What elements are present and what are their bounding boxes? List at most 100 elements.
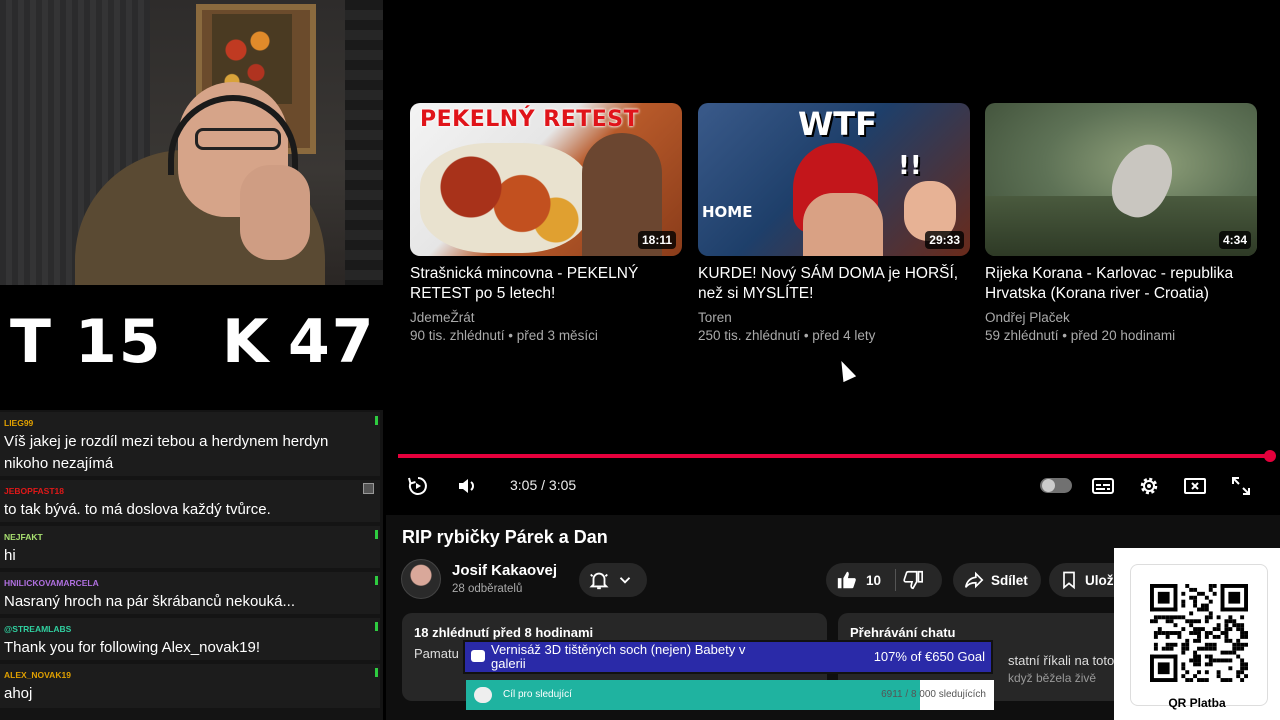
stream-chat: LIEG99 Víš jakej je rozdíl mezi tebou a … [0,410,383,720]
settings-button[interactable] [1135,472,1163,500]
video-channel[interactable]: Toren [698,310,970,325]
like-button[interactable]: 10 [836,569,881,591]
team-b-score: 47 [288,307,376,377]
team-a-label: T [10,307,53,377]
chat-text: Víš jakej je rozdíl mezi tebou a herdyne… [4,433,329,472]
share-icon [964,571,984,589]
video-title[interactable]: KURDE! Nový SÁM DOMA je HORŠÍ, než si MY… [698,264,970,304]
event-title: Vernisáž 3D tištěných soch (nejen) Babet… [491,642,746,671]
video-title[interactable]: Strašnická mincovna - PEKELNÝ RETEST po … [410,264,682,304]
volume-button[interactable] [454,472,482,500]
seek-bar[interactable] [398,450,1276,462]
description-meta: 18 zhlédnutí před 8 hodinami [414,625,594,640]
bell-icon [589,572,609,590]
thumbnail-caption-exclaim: !! [898,151,922,181]
subscriber-count: 28 odběratelů [452,583,523,595]
chat-message: JEBOPFAST18 to tak bývá. to má doslova k… [0,480,380,522]
chat-username: JEBOPFAST18 [4,486,64,496]
follower-goal-label: Cíl pro sledující [503,689,572,700]
webcam-feed [0,0,383,285]
event-goal: 107% of €650 Goal [873,649,985,664]
video-duration: 18:11 [637,231,676,249]
chat-text: Thank you for following Alex_novak19! [4,639,260,656]
team-b-label: K [222,307,271,377]
like-dislike-group: 10 [826,563,942,597]
recommended-video-card[interactable]: WTF !! HOME 29:33 KURDE! Nový SÁM DOMA j… [698,103,970,343]
qr-code-icon [1150,584,1248,682]
chat-replay-title: Přehrávání chatu [850,625,956,640]
video-title[interactable]: Rijeka Korana - Karlovac - republika Hrv… [985,264,1257,304]
chat-text: Nasraný hroch na pár škrábanců nekouká..… [4,593,295,610]
chat-marker [375,668,378,677]
miniplayer-icon [1184,478,1206,494]
chat-username: ALEX_NOVAK19 [4,670,71,680]
webcam-acoustic-panel [345,0,383,285]
thumbs-up-icon [837,571,856,589]
chat-username: @STREAMLABS [4,624,72,634]
follower-goal-bar: Cíl pro sledující 6911 / 8 000 sledující… [466,680,994,710]
autoplay-toggle-knob [1042,479,1055,492]
qr-payment-panel: QR Platba [1114,548,1280,720]
chat-message: ALEX_NOVAK19 ahoj [0,664,380,708]
webcam-glasses [195,128,281,150]
video-channel[interactable]: JdemeŽrát [410,310,682,325]
video-duration: 29:33 [925,231,964,249]
chat-message: NEJFAKT hi [0,526,380,568]
miniplayer-button[interactable] [1181,472,1209,500]
recommended-video-card[interactable]: PEKELNÝ RETEST 18:11 Strašnická mincovna… [410,103,682,343]
bookmark-icon [1063,571,1075,590]
follower-goal-count: 6911 / 8 000 sledujících [881,689,986,700]
seek-bar-played [398,454,1270,458]
subtitles-icon [1092,478,1114,494]
chat-username: NEJFAKT [4,532,43,542]
thumbnail-food [420,143,590,253]
seek-bar-handle[interactable] [1264,450,1276,462]
subtitles-button[interactable] [1089,472,1117,500]
donation-goal-banner: Vernisáž 3D tištěných soch (nejen) Babet… [463,640,993,674]
recommended-video-card[interactable]: 4:34 Rijeka Korana - Karlovac - republik… [985,103,1257,343]
chat-replay-text: statní říkali na toto vi [1008,653,1128,668]
video-meta: 59 zhlédnutí • před 20 hodinami [985,328,1176,343]
thumbnail-caption: PEKELNÝ RETEST [420,107,640,132]
team-a-score: 15 [75,307,163,377]
chevron-down-icon [619,577,631,584]
fullscreen-button[interactable] [1227,472,1255,500]
video-player[interactable]: PEKELNÝ RETEST 18:11 Strašnická mincovna… [386,0,1280,515]
video-thumbnail[interactable]: 4:34 [985,103,1257,256]
avatar[interactable] [401,559,441,599]
chat-text: to tak bývá. to má doslova každý tvůrce. [4,501,271,518]
video-meta: 250 tis. zhlédnutí • před 4 lety [698,328,876,343]
autoplay-toggle[interactable] [1040,478,1072,493]
chat-marker [375,530,378,539]
event-icon [471,650,485,662]
chat-replay-subtext: když běžela živě [1008,671,1097,685]
fullscreen-icon [1232,477,1250,495]
chat-username: HNILICKOVAMARCELA [4,578,99,588]
thumbnail-person [803,193,883,256]
replay-icon [408,477,427,495]
thumbnail-caption: WTF [798,105,877,143]
video-main-title: RIP rybičky Párek a Dan [402,527,608,547]
video-meta: 90 tis. zhlédnutí • před 3 měsíci [410,328,598,343]
notifications-button[interactable] [579,563,647,597]
scoreboard: T 15 K 47 [0,285,383,407]
replay-button[interactable] [404,472,432,500]
rat-icon [474,687,492,703]
video-thumbnail[interactable]: WTF !! HOME 29:33 [698,103,970,256]
video-thumbnail[interactable]: PEKELNÝ RETEST 18:11 [410,103,682,256]
dislike-button[interactable] [902,569,924,591]
chat-badge-icon [363,483,374,494]
chat-text: ahoj [4,685,33,702]
webcam-hand [240,165,310,260]
thumbs-down-icon [903,570,924,590]
gear-icon [1140,477,1158,495]
channel-name[interactable]: Josif Kakaovej [452,562,557,579]
video-channel[interactable]: Ondřej Plaček [985,310,1257,325]
thumbnail-caption-home: HOME [702,203,753,221]
chat-message: @STREAMLABS Thank you for following Alex… [0,618,380,660]
share-button[interactable]: Sdílet [953,563,1041,597]
qr-label: QR Platba [1168,696,1226,710]
like-count: 10 [866,572,882,588]
chat-marker [375,416,378,425]
like-separator [895,569,897,591]
